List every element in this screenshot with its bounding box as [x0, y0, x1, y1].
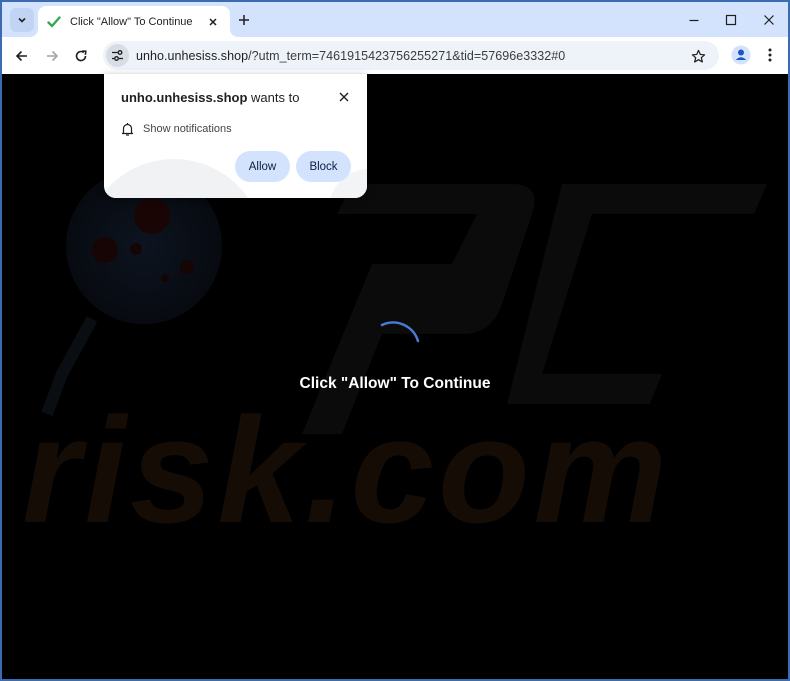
popup-site: unho.unhesiss.shop: [121, 90, 248, 105]
block-button[interactable]: Block: [296, 151, 351, 182]
minimize-icon: [689, 19, 699, 22]
reload-button[interactable]: [69, 44, 93, 68]
close-icon: [339, 92, 349, 102]
url-host: unho.unhesiss.shop: [136, 48, 249, 63]
tab-title: Click "Allow" To Continue: [70, 15, 193, 28]
tab-close-button[interactable]: [204, 13, 222, 31]
arrow-left-icon: [15, 50, 27, 62]
back-button[interactable]: [10, 44, 34, 68]
plus-icon: [239, 15, 249, 25]
tab-active[interactable]: Click "Allow" To Continue: [38, 6, 230, 37]
bookmark-button[interactable]: [687, 45, 709, 67]
permission-label: Show notifications: [143, 123, 232, 135]
notification-permission-popup: unho.unhesiss.shop wants to Show notific…: [104, 74, 367, 198]
popup-title: unho.unhesiss.shop wants to: [121, 90, 299, 105]
close-icon: [209, 17, 217, 26]
profile-button[interactable]: [730, 44, 752, 66]
url-path: /?utm_term=7461915423756255271&tid=57696…: [248, 48, 566, 63]
maximize-button[interactable]: [720, 9, 742, 31]
close-icon: [764, 15, 774, 25]
tune-icon: [112, 50, 123, 61]
popup-close-button[interactable]: [335, 88, 353, 106]
checkmark-icon: [46, 14, 62, 30]
new-tab-button[interactable]: [234, 10, 254, 30]
watermark-c: [507, 184, 767, 404]
url-text[interactable]: unho.unhesiss.shop/?utm_term=74619154237…: [136, 49, 565, 63]
person-icon: [731, 45, 751, 65]
kebab-menu-icon: [768, 48, 772, 62]
maximize-icon: [725, 14, 737, 26]
browser-toolbar: unho.unhesiss.shop/?utm_term=74619154237…: [2, 37, 788, 74]
page-message: Click "Allow" To Continue: [299, 375, 491, 392]
permission-row: Show notifications: [121, 122, 232, 136]
loading-spinner: [380, 321, 420, 343]
forward-button[interactable]: [40, 44, 64, 68]
address-bar[interactable]: unho.unhesiss.shop/?utm_term=74619154237…: [103, 41, 719, 70]
arrow-right-icon: [47, 50, 59, 62]
popup-wants-to: wants to: [251, 90, 300, 105]
browser-menu-button[interactable]: [760, 44, 780, 66]
reload-icon: [75, 50, 87, 62]
bell-icon: [121, 123, 134, 136]
site-info-button[interactable]: [106, 44, 129, 67]
tab-strip: Click "Allow" To Continue: [2, 2, 788, 37]
star-icon: [691, 49, 705, 63]
chevron-down-icon: [18, 17, 26, 23]
allow-button[interactable]: Allow: [235, 151, 290, 182]
watermark-text: risk.com: [22, 386, 671, 554]
browser-window: Click "Allow" To Continue unho.unhesiss.…: [0, 0, 790, 681]
close-window-button[interactable]: [758, 9, 780, 31]
minimize-button[interactable]: [683, 9, 705, 31]
